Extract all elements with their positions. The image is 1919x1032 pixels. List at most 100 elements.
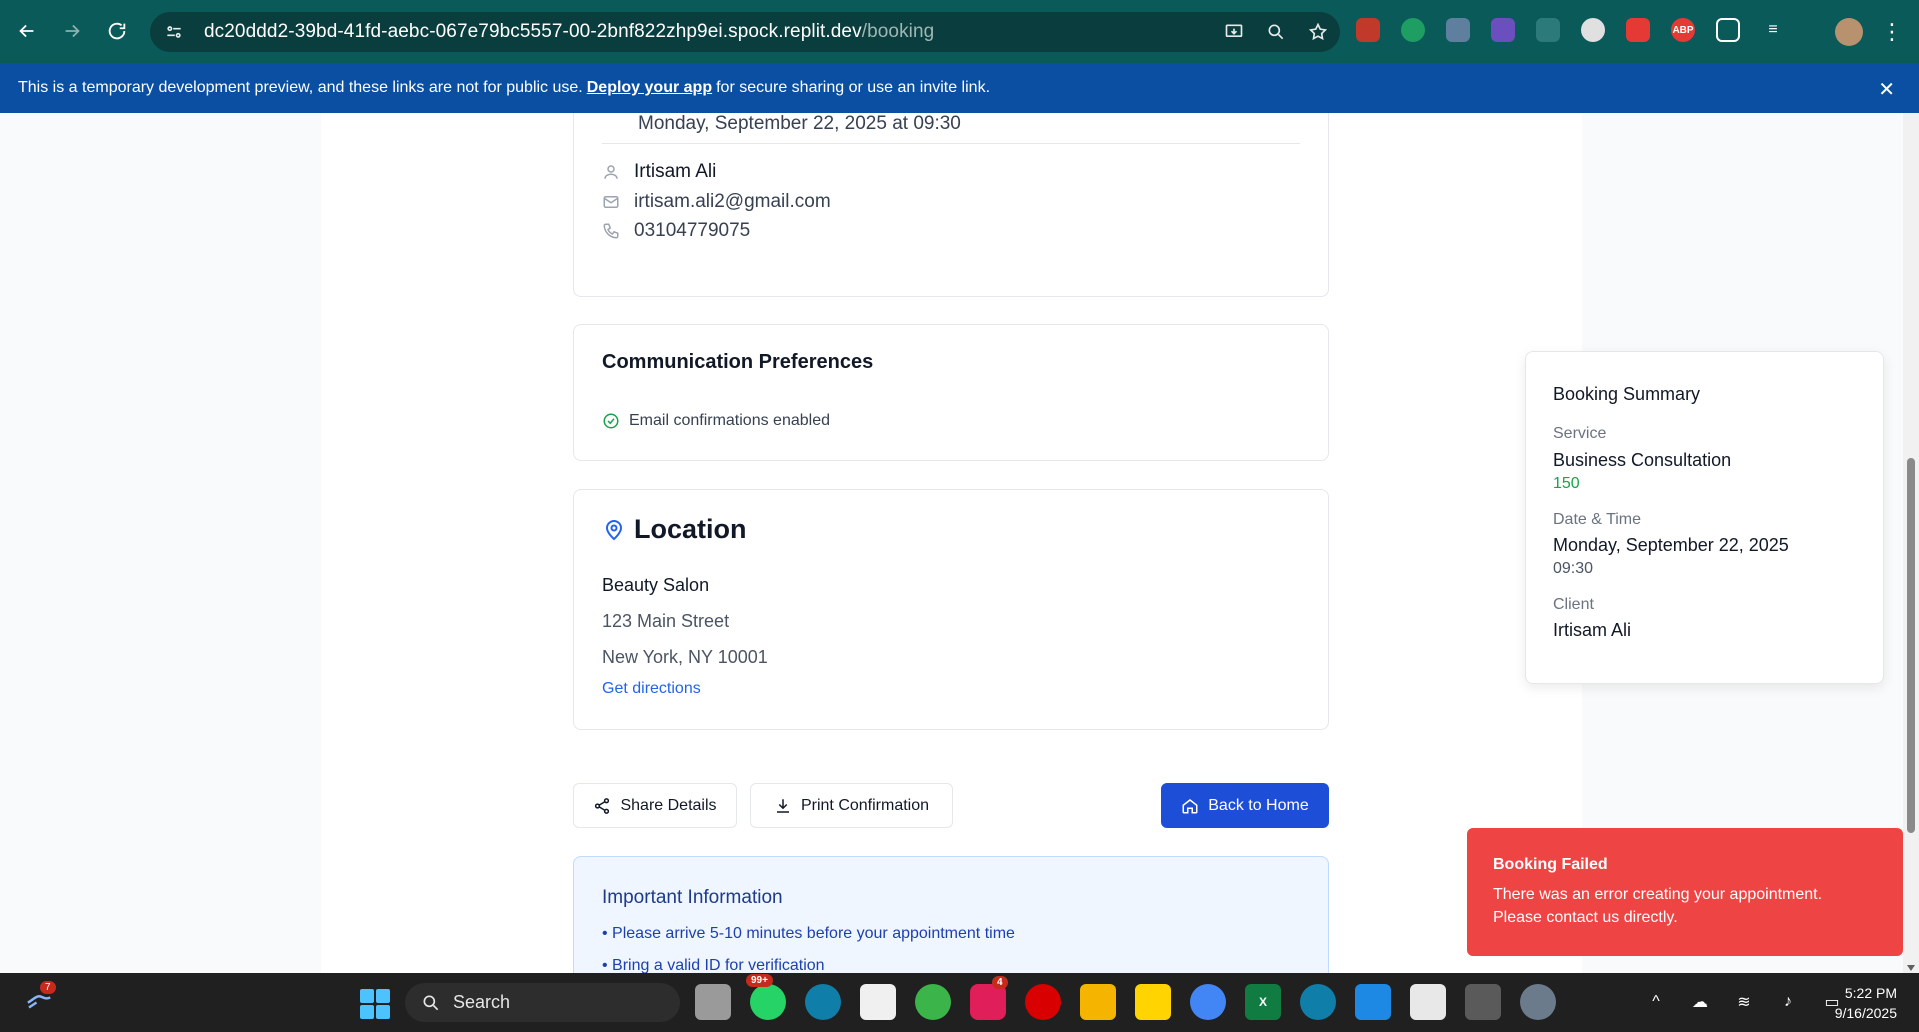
location-name: Beauty Salon	[602, 575, 710, 595]
extension-6-icon[interactable]	[1581, 18, 1605, 42]
search-icon	[423, 995, 439, 1010]
service-value: Business Consultation	[1553, 450, 1732, 470]
chrome-icon[interactable]	[1190, 984, 1226, 1020]
whatsapp-badge: 99+	[746, 974, 773, 987]
start-button[interactable]	[360, 989, 390, 1019]
divider	[602, 143, 1300, 144]
clock-date: 9/16/2025	[1834, 1005, 1897, 1021]
service-label: Service	[1553, 425, 1607, 442]
toast-title: Booking Failed	[1493, 856, 1608, 873]
deploy-link[interactable]: Deploy your app	[587, 79, 712, 97]
info-list-item: • Bring a valid ID for verification	[602, 957, 825, 973]
media-control-icon[interactable]: ≡	[1761, 18, 1785, 42]
phone-icon	[603, 223, 619, 239]
extension-5-icon[interactable]	[1536, 18, 1560, 42]
profile-avatar[interactable]	[1835, 18, 1863, 46]
info-list-item: • Please arrive 5-10 minutes before your…	[602, 925, 1015, 942]
excel-icon[interactable]: X	[1245, 984, 1281, 1020]
sticky-notes-icon[interactable]	[1135, 984, 1171, 1020]
download-icon	[776, 798, 789, 813]
url-text: dc20ddd2-39bd-41fd-aebc-067e79bc5557-00-…	[204, 21, 935, 42]
close-icon[interactable]: ✕	[1878, 77, 1895, 102]
install-app-icon[interactable]	[1222, 20, 1246, 44]
share-icon	[595, 797, 610, 814]
taskbar-search[interactable]: Search	[405, 983, 680, 1022]
client-name: Irtisam Ali	[634, 161, 717, 182]
reload-icon[interactable]	[99, 13, 135, 49]
dev-preview-banner: This is a temporary development preview,…	[0, 63, 1919, 113]
error-toast[interactable]: Booking Failed There was an error creati…	[1467, 828, 1903, 956]
extension-4-icon[interactable]	[1491, 18, 1515, 42]
client-phone: 03104779075	[634, 220, 751, 241]
settings-gear-icon[interactable]	[1520, 984, 1556, 1020]
edge-icon[interactable]	[805, 984, 841, 1020]
print-confirmation-button[interactable]: Print Confirmation	[750, 783, 953, 828]
client-value: Irtisam Ali	[1553, 620, 1632, 640]
adblock-icon[interactable]: ABP	[1671, 18, 1695, 42]
email-pref-text: Email confirmations enabled	[629, 412, 830, 429]
whatsapp-icon[interactable]: 99+	[746, 974, 786, 1020]
date-value: Monday, September 22, 2025	[1553, 535, 1789, 555]
app-green-icon[interactable]	[915, 984, 951, 1020]
slack-icon[interactable]: 4	[970, 976, 1008, 1020]
toast-message: There was an error creating your appoint…	[1493, 886, 1823, 926]
clock-time: 5:22 PM	[1844, 985, 1897, 1001]
browser-toolbar: dc20ddd2-39bd-41fd-aebc-067e79bc5557-00-…	[0, 0, 1919, 63]
communication-card: Communication Preferences Email confirma…	[573, 324, 1329, 461]
check-circle-icon	[603, 413, 619, 429]
client-email-row: irtisam.ali2@gmail.com	[602, 191, 831, 213]
important-info-box: Important Information • Please arrive 5-…	[573, 856, 1329, 973]
slack-badge: 4	[992, 976, 1008, 989]
chevron-up-icon[interactable]: ^	[1645, 991, 1667, 1013]
file-explorer-icon[interactable]	[1080, 984, 1116, 1020]
shield-extension-icon[interactable]	[1446, 18, 1470, 42]
summary-title: Booking Summary	[1553, 384, 1701, 404]
service-price: 150	[1553, 475, 1580, 492]
map-pin-icon	[605, 519, 623, 540]
onedrive-cloud-icon[interactable]: ☁	[1689, 991, 1711, 1013]
location-card: Location Beauty Salon 123 Main Street Ne…	[573, 489, 1329, 730]
time-value: 09:30	[1553, 560, 1594, 577]
zoom-icon[interactable]	[1264, 20, 1288, 44]
calculator-icon[interactable]	[1465, 984, 1501, 1020]
store-icon[interactable]	[860, 984, 896, 1020]
taskbar-clock[interactable]: 5:22 PM 9/16/2025	[1835, 983, 1897, 1023]
back-icon[interactable]	[9, 13, 45, 49]
task-view-icon[interactable]	[695, 984, 731, 1020]
client-name-row: Irtisam Ali	[602, 161, 716, 183]
booking-summary-card: Booking Summary Service Business Consult…	[1525, 351, 1884, 684]
client-label: Client	[1553, 596, 1594, 613]
client-email: irtisam.ali2@gmail.com	[634, 191, 831, 212]
client-phone-row: 03104779075	[602, 220, 750, 242]
page-scrollbar[interactable]	[1903, 113, 1919, 973]
bookmark-star-icon[interactable]	[1306, 20, 1330, 44]
photos-icon[interactable]	[1355, 984, 1391, 1020]
edge-dev-icon[interactable]	[1300, 984, 1336, 1020]
back-to-home-button[interactable]: Back to Home	[1161, 783, 1329, 828]
extensions-puzzle-icon[interactable]	[1716, 18, 1740, 42]
email-pref-row: Email confirmations enabled	[602, 412, 830, 430]
extension-1-icon[interactable]	[1356, 18, 1380, 42]
wifi-icon[interactable]: ≋	[1733, 991, 1755, 1013]
mail-icon	[603, 196, 619, 208]
opera-icon[interactable]	[1025, 984, 1061, 1020]
forward-icon[interactable]	[54, 13, 90, 49]
volume-icon[interactable]: ♪	[1777, 991, 1799, 1013]
site-info-icon[interactable]	[162, 20, 186, 44]
get-directions-link[interactable]: Get directions	[602, 680, 701, 698]
appointment-details-card: Monday, September 22, 2025 at 09:30 Irti…	[573, 113, 1329, 297]
scroll-down-arrow-icon[interactable]	[1907, 965, 1915, 971]
widgets-icon[interactable]: 7	[24, 981, 58, 1019]
menu-kebab-icon[interactable]: ⋮	[1880, 18, 1904, 46]
extension-7-icon[interactable]	[1626, 18, 1650, 42]
extension-2-icon[interactable]	[1401, 18, 1425, 42]
snipping-tool-icon[interactable]	[1410, 984, 1446, 1020]
share-details-button[interactable]: Share Details	[573, 783, 737, 828]
booking-page: Monday, September 22, 2025 at 09:30 Irti…	[0, 113, 1919, 973]
datetime-label: Date & Time	[1553, 511, 1642, 528]
banner-text-after: for secure sharing or use an invite link…	[716, 79, 991, 96]
address-bar[interactable]: dc20ddd2-39bd-41fd-aebc-067e79bc5557-00-…	[150, 12, 1340, 52]
widgets-badge: 7	[40, 981, 56, 994]
important-info-title: Important Information	[602, 887, 783, 908]
scrollbar-thumb[interactable]	[1907, 458, 1915, 833]
